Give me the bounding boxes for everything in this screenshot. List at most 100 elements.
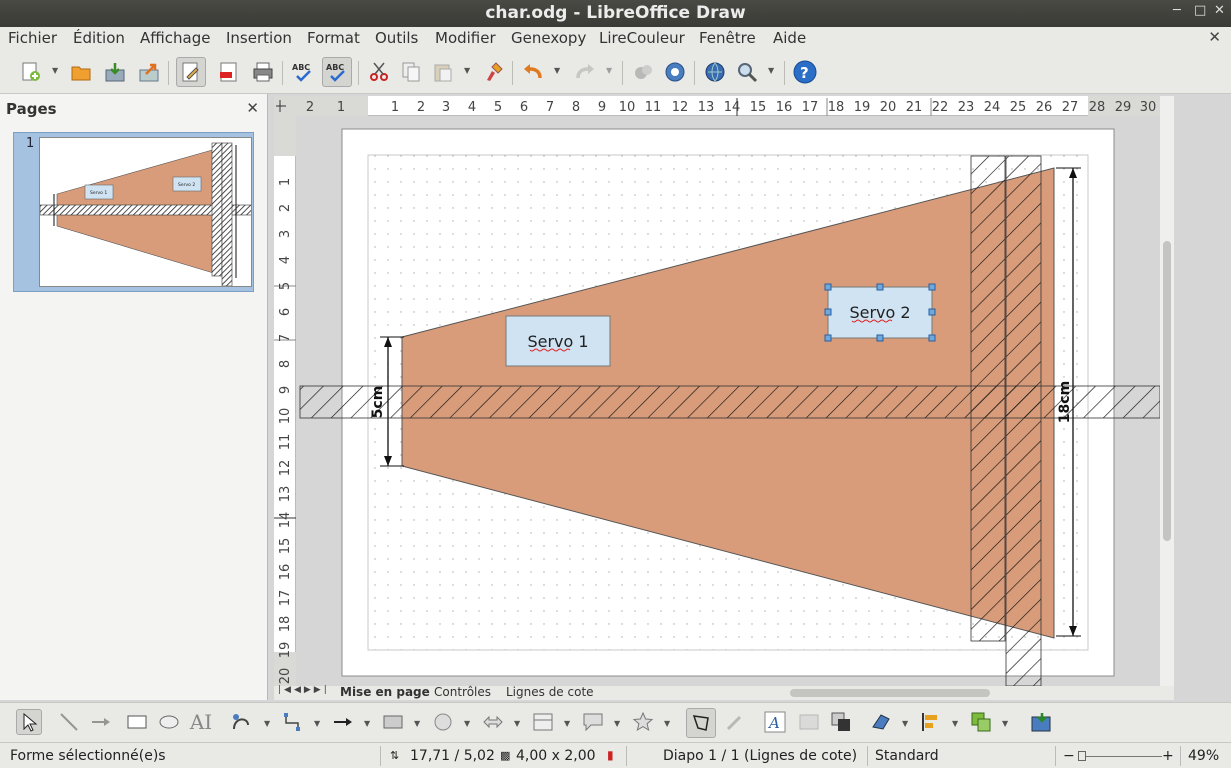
new-dropdown-icon[interactable]: ▼ xyxy=(52,66,58,75)
text-icon[interactable]: AI xyxy=(188,709,214,735)
menu-affichage[interactable]: Affichage xyxy=(140,29,210,47)
menu-insertion[interactable]: Insertion xyxy=(226,29,292,47)
curve-dropdown-icon[interactable]: ▼ xyxy=(264,719,270,728)
print-icon[interactable] xyxy=(250,59,276,85)
connector-dropdown-icon[interactable]: ▼ xyxy=(314,719,320,728)
vertical-scroll-thumb[interactable] xyxy=(1163,241,1171,541)
document-modified-icon[interactable]: ▮ xyxy=(607,748,614,762)
undo-dropdown-icon[interactable]: ▼ xyxy=(554,66,560,75)
paste-icon[interactable] xyxy=(430,59,456,85)
line-icon[interactable] xyxy=(56,709,82,735)
lines-arrows-dropdown-icon[interactable]: ▼ xyxy=(364,719,370,728)
selection-handle[interactable] xyxy=(928,283,936,291)
copy-icon[interactable] xyxy=(398,59,424,85)
navigator-icon[interactable] xyxy=(662,59,688,85)
block-arrows-dropdown-icon[interactable]: ▼ xyxy=(514,719,520,728)
undo-icon[interactable] xyxy=(520,59,546,85)
insert-object-icon[interactable] xyxy=(1028,709,1054,735)
tab-mise-en-page[interactable]: Mise en page xyxy=(340,685,430,699)
save-icon[interactable] xyxy=(102,59,128,85)
zoom-slider-track[interactable] xyxy=(1078,756,1162,757)
fontwork-icon[interactable]: A xyxy=(762,709,788,735)
ellipse-icon[interactable] xyxy=(156,709,182,735)
web-icon[interactable] xyxy=(702,59,728,85)
vertical-hatch-band-1[interactable] xyxy=(970,155,1006,642)
horizontal-ruler[interactable]: 2 1 1 2 3 4 5 6 7 8 9 10 11 12 13 14 15 … xyxy=(274,96,1160,116)
lines-arrows-icon[interactable] xyxy=(330,709,356,735)
cut-icon[interactable] xyxy=(366,59,392,85)
rectangle-icon[interactable] xyxy=(124,709,150,735)
menu-format[interactable]: Format xyxy=(307,29,360,47)
flowchart-icon[interactable] xyxy=(530,709,556,735)
transform-icon[interactable] xyxy=(868,709,894,735)
selection-handle[interactable] xyxy=(876,334,884,342)
vertical-hatch-band-2[interactable] xyxy=(1005,155,1042,686)
close-window-icon[interactable]: ✕ xyxy=(1214,3,1225,18)
selection-handle[interactable] xyxy=(928,308,936,316)
transform-dropdown-icon[interactable]: ▼ xyxy=(902,719,908,728)
menu-lirecouleur[interactable]: LireCouleur xyxy=(599,29,685,47)
zoom-dropdown-icon[interactable]: ▼ xyxy=(768,66,774,75)
horizontal-scroll-thumb[interactable] xyxy=(790,689,990,697)
basic-shapes-dropdown-icon[interactable]: ▼ xyxy=(414,719,420,728)
menu-fichier[interactable]: Fichier xyxy=(8,29,57,47)
arrow-line-icon[interactable] xyxy=(88,709,114,735)
redo-icon[interactable] xyxy=(572,59,598,85)
pdf-icon[interactable] xyxy=(216,59,242,85)
close-pages-panel-icon[interactable]: ✕ xyxy=(246,99,259,117)
extrusion-icon[interactable] xyxy=(828,709,854,735)
tab-lignes-de-cote[interactable]: Lignes de cote xyxy=(506,685,594,699)
new-icon[interactable] xyxy=(18,59,44,85)
open-icon[interactable] xyxy=(68,59,94,85)
selection-handle[interactable] xyxy=(876,283,884,291)
drawing-canvas[interactable]: 5cm 18cm Servo 1 Servo 2 xyxy=(296,116,1160,686)
clone-format-icon[interactable] xyxy=(482,59,508,85)
zoom-icon[interactable] xyxy=(734,59,760,85)
help-icon[interactable]: ? xyxy=(792,59,818,85)
flowchart-dropdown-icon[interactable]: ▼ xyxy=(564,719,570,728)
autospell-icon[interactable]: ABC xyxy=(322,57,352,87)
vertical-ruler[interactable]: 1 2 3 4 5 6 7 8 9 10 11 12 13 14 15 16 1… xyxy=(274,116,296,686)
stars-dropdown-icon[interactable]: ▼ xyxy=(664,719,670,728)
curve-icon[interactable] xyxy=(228,709,254,735)
menu-genexopy[interactable]: Genexopy xyxy=(511,29,586,47)
align-dropdown-icon[interactable]: ▼ xyxy=(952,719,958,728)
close-document-icon[interactable]: ✕ xyxy=(1208,28,1221,46)
menu-outils[interactable]: Outils xyxy=(375,29,418,47)
select-icon[interactable] xyxy=(16,709,42,735)
points-icon[interactable] xyxy=(686,708,716,738)
selection-handle[interactable] xyxy=(824,334,832,342)
menu-aide[interactable]: Aide xyxy=(773,29,806,47)
edit-file-icon[interactable] xyxy=(176,57,206,87)
page-thumbnail[interactable]: 1 Servo 1 Servo 2 xyxy=(13,132,254,292)
tab-controles[interactable]: Contrôles xyxy=(434,685,491,699)
spellcheck-icon[interactable]: ABC xyxy=(290,59,316,85)
zoom-out-icon[interactable]: − xyxy=(1063,748,1075,764)
selection-handle[interactable] xyxy=(824,308,832,316)
paste-dropdown-icon[interactable]: ▼ xyxy=(464,66,470,75)
menu-edition[interactable]: Édition xyxy=(73,29,125,47)
selection-handle[interactable] xyxy=(928,334,936,342)
minimize-icon[interactable]: ─ xyxy=(1173,3,1181,18)
arrange-icon[interactable] xyxy=(968,709,994,735)
gallery-icon[interactable] xyxy=(630,59,656,85)
stars-icon[interactable] xyxy=(630,709,656,735)
tab-nav-arrows-icon[interactable]: |◀◀▶▶| xyxy=(278,685,330,695)
from-file-icon[interactable] xyxy=(796,709,822,735)
menu-fenetre[interactable]: Fenêtre xyxy=(699,29,756,47)
symbol-shapes-icon[interactable] xyxy=(430,709,456,735)
zoom-slider-thumb[interactable] xyxy=(1078,751,1086,761)
callouts-dropdown-icon[interactable]: ▼ xyxy=(614,719,620,728)
redo-dropdown-icon[interactable]: ▼ xyxy=(606,66,612,75)
basic-shapes-icon[interactable] xyxy=(380,709,406,735)
glue-points-icon[interactable] xyxy=(722,709,748,735)
align-icon[interactable] xyxy=(918,709,944,735)
status-zoom[interactable]: 49% xyxy=(1188,748,1219,764)
callouts-icon[interactable] xyxy=(580,709,606,735)
vertical-scrollbar[interactable] xyxy=(1160,96,1174,686)
symbol-shapes-dropdown-icon[interactable]: ▼ xyxy=(464,719,470,728)
export-icon[interactable] xyxy=(136,59,162,85)
selection-handle[interactable] xyxy=(824,283,832,291)
zoom-in-icon[interactable]: + xyxy=(1162,748,1174,764)
block-arrows-icon[interactable] xyxy=(480,709,506,735)
